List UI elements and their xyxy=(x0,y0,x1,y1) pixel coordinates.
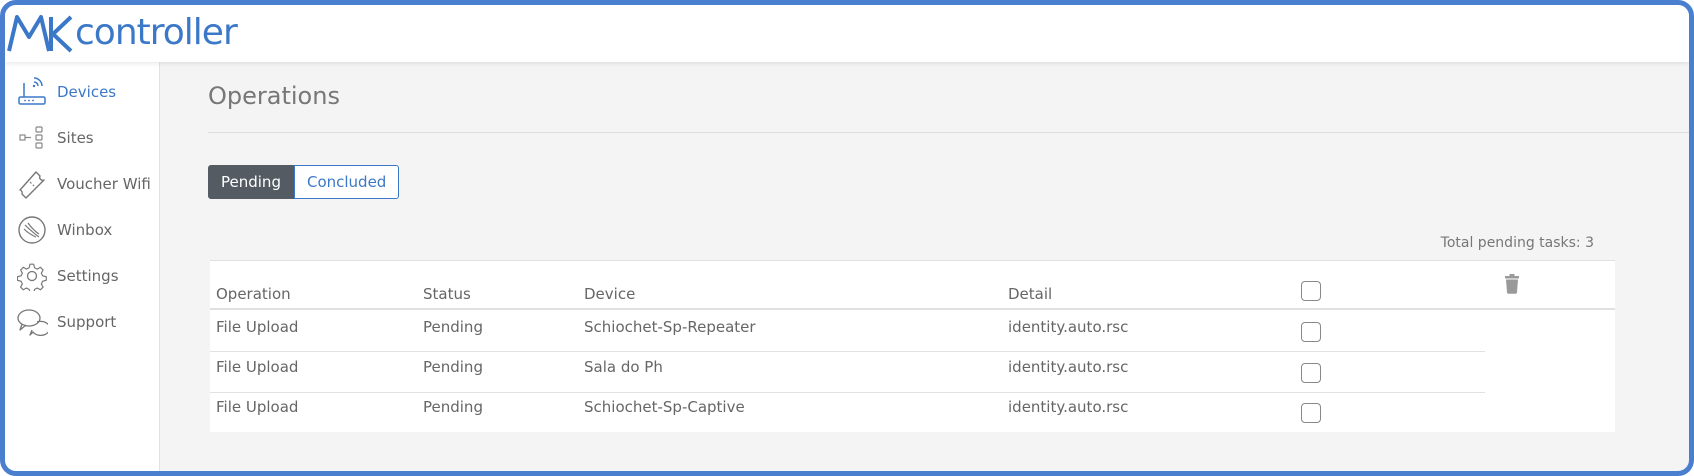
main-content: Operations Pending Concluded Total pendi… xyxy=(161,62,1689,471)
cell-operation: File Upload xyxy=(216,398,299,416)
column-header-device: Device xyxy=(584,285,636,303)
cell-device: Schiochet-Sp-Captive xyxy=(584,398,745,416)
sidebar-item-label: Devices xyxy=(57,83,117,101)
cell-status: Pending xyxy=(423,398,483,416)
logo[interactable]: controller xyxy=(7,12,238,53)
table-row: File Upload Pending Schiochet-Sp-Captive… xyxy=(210,394,1485,434)
sidebar-item-sites[interactable]: Sites xyxy=(15,120,155,156)
sidebar-item-voucher-wifi[interactable]: Voucher Wifi xyxy=(15,166,155,202)
row-checkbox[interactable] xyxy=(1301,363,1321,383)
logo-text: controller xyxy=(75,12,238,53)
title-divider xyxy=(208,132,1689,133)
column-header-status: Status xyxy=(423,285,471,303)
sidebar: Devices Sites Voucher Wifi Winbox Settin… xyxy=(5,62,160,471)
logo-mark-icon xyxy=(7,15,73,53)
page-title: Operations xyxy=(208,82,340,110)
column-header-detail: Detail xyxy=(1008,285,1053,303)
sidebar-item-label: Settings xyxy=(57,267,119,285)
app-frame: controller Devices Sites Voucher Wifi Wi… xyxy=(0,0,1694,476)
sidebar-item-label: Sites xyxy=(57,129,94,147)
cell-device: Sala do Ph xyxy=(584,358,663,376)
row-checkbox[interactable] xyxy=(1301,322,1321,342)
cell-status: Pending xyxy=(423,318,483,336)
chat-bubbles-icon xyxy=(15,305,49,339)
trash-icon[interactable] xyxy=(1503,274,1521,294)
row-checkbox[interactable] xyxy=(1301,403,1321,423)
cell-operation: File Upload xyxy=(216,358,299,376)
table-header-row: Operation Status Device Detail xyxy=(210,261,1615,310)
column-header-operation: Operation xyxy=(216,285,291,303)
sidebar-item-label: Voucher Wifi xyxy=(57,175,151,193)
operations-table: Operation Status Device Detail File Uplo… xyxy=(210,260,1615,432)
top-header: controller xyxy=(5,5,1689,62)
table-row: File Upload Pending Sala do Ph identity.… xyxy=(210,353,1485,393)
ticket-icon xyxy=(15,167,49,201)
router-icon xyxy=(15,75,49,109)
cell-operation: File Upload xyxy=(216,318,299,336)
sidebar-item-support[interactable]: Support xyxy=(15,304,155,340)
sidebar-item-label: Support xyxy=(57,313,117,331)
select-all-checkbox[interactable] xyxy=(1301,281,1321,301)
sidebar-item-label: Winbox xyxy=(57,221,113,239)
operation-tabs: Pending Concluded xyxy=(208,165,400,199)
cell-status: Pending xyxy=(423,358,483,376)
cell-detail: identity.auto.rsc xyxy=(1008,398,1129,416)
tab-pending[interactable]: Pending xyxy=(208,165,294,199)
winbox-icon xyxy=(15,213,49,247)
gear-icon xyxy=(15,259,49,293)
sidebar-item-devices[interactable]: Devices xyxy=(15,74,155,110)
tab-concluded[interactable]: Concluded xyxy=(293,165,400,199)
sidebar-item-winbox[interactable]: Winbox xyxy=(15,212,155,248)
table-row: File Upload Pending Schiochet-Sp-Repeate… xyxy=(210,312,1485,352)
total-pending-count: Total pending tasks: 3 xyxy=(1440,235,1594,251)
sites-tree-icon xyxy=(15,121,49,155)
cell-detail: identity.auto.rsc xyxy=(1008,318,1129,336)
cell-device: Schiochet-Sp-Repeater xyxy=(584,318,756,336)
sidebar-item-settings[interactable]: Settings xyxy=(15,258,155,294)
cell-detail: identity.auto.rsc xyxy=(1008,358,1129,376)
